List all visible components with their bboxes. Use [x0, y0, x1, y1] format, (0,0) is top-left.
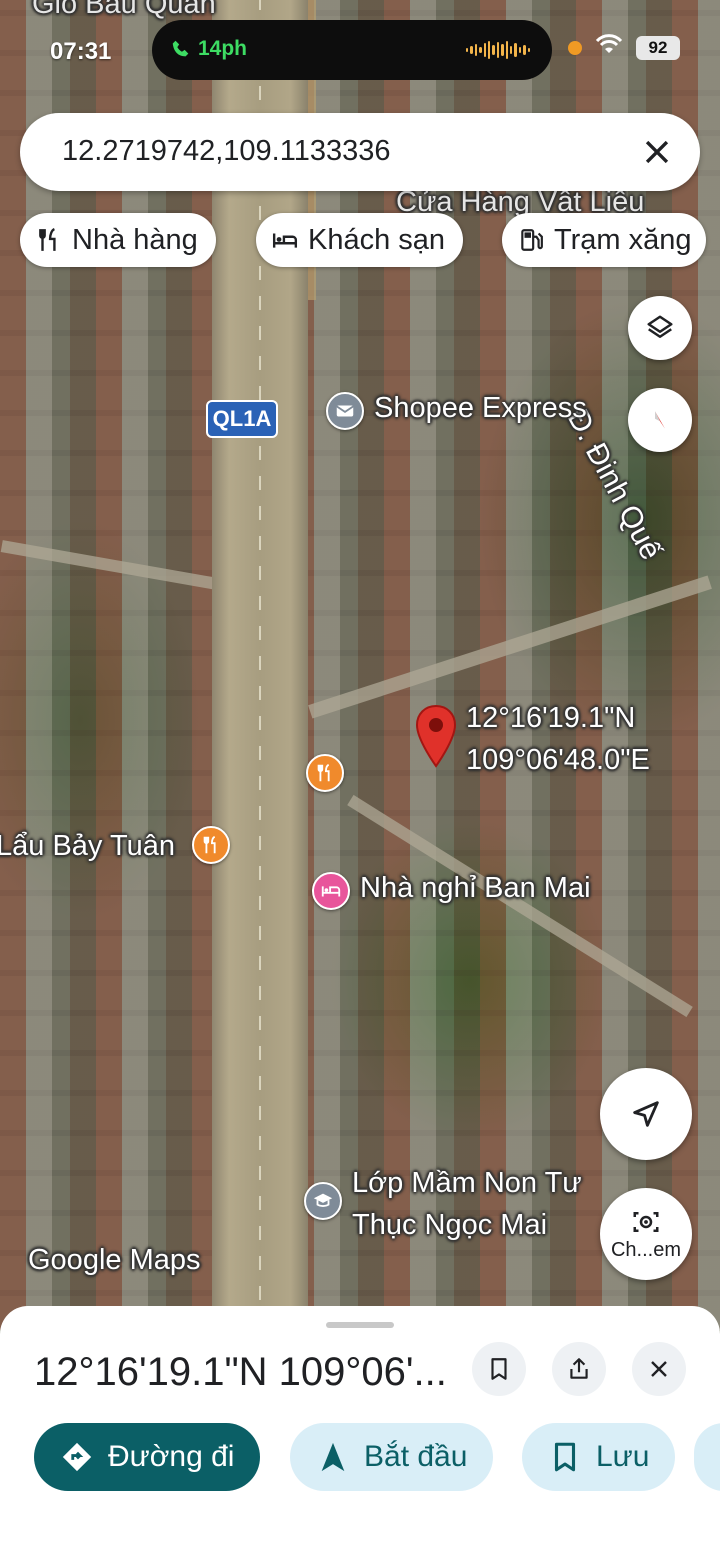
- save-label: Lưu: [596, 1440, 650, 1473]
- chip-gas-stations[interactable]: Trạm xăng: [502, 213, 706, 267]
- pin-lng-label: 109°06'48.0"E: [466, 744, 650, 776]
- gas-station-icon: [521, 229, 543, 251]
- place-bottom-sheet[interactable]: 12°16'19.1"N 109°06'... Đường đi Bắt đầu…: [0, 1306, 720, 1560]
- share-button[interactable]: [552, 1342, 606, 1396]
- audio-wave-icon: [466, 40, 531, 60]
- compass-icon: [655, 411, 665, 429]
- status-time: 07:31: [50, 38, 112, 65]
- directions-icon: [62, 1442, 92, 1472]
- restaurant-icon[interactable]: [306, 754, 344, 792]
- chip-restaurants[interactable]: Nhà hàng: [20, 213, 216, 267]
- directions-label: Đường đi: [108, 1440, 235, 1473]
- more-actions-button[interactable]: [694, 1423, 720, 1491]
- road-shield-ql1a[interactable]: QL1A: [206, 400, 278, 438]
- location-arrow-icon: [633, 1101, 659, 1127]
- layers-button[interactable]: [628, 296, 692, 360]
- start-navigation-button[interactable]: Bắt đầu: [290, 1423, 494, 1491]
- save-button[interactable]: Lưu: [522, 1423, 676, 1491]
- share-icon: [570, 1358, 588, 1379]
- school-icon[interactable]: [304, 1182, 342, 1220]
- mail-icon[interactable]: [326, 392, 364, 430]
- directions-button[interactable]: Đường đi: [34, 1423, 261, 1491]
- my-location-button[interactable]: [600, 1068, 692, 1160]
- close-sheet-button[interactable]: [632, 1342, 686, 1396]
- lens-button[interactable]: Ch...em: [600, 1188, 692, 1280]
- restaurant-icon: [39, 228, 56, 251]
- call-duration: 14ph: [198, 37, 248, 60]
- phone-icon: [172, 40, 189, 57]
- restaurant-icon[interactable]: [192, 826, 230, 864]
- chip-label: Khách sạn: [308, 223, 446, 256]
- close-icon[interactable]: [640, 135, 674, 169]
- hotel-icon[interactable]: [312, 872, 350, 910]
- bookmark-icon: [554, 1442, 576, 1472]
- bookmark-icon: [491, 1358, 507, 1380]
- navigation-icon: [321, 1442, 345, 1472]
- chip-hotels[interactable]: Khách sạn: [256, 213, 464, 267]
- sheet-drag-handle[interactable]: [326, 1322, 394, 1328]
- dynamic-island-call[interactable]: 14ph: [152, 20, 552, 80]
- chip-label: Nhà hàng: [72, 223, 198, 256]
- layers-icon: [647, 315, 673, 338]
- map-highway-ql1a: [212, 0, 308, 1330]
- poi-label-lau-bay-tuan[interactable]: Lẩu Bảy Tuân: [0, 830, 175, 863]
- google-maps-attribution: Google Maps: [28, 1244, 201, 1276]
- close-icon: [651, 1361, 667, 1377]
- map-label-top-left: Gió Bấu Quán: [32, 0, 216, 20]
- pin-lat-label: 12°16'19.1"N: [466, 702, 636, 734]
- chip-label: Trạm xăng: [554, 223, 692, 256]
- start-label: Bắt đầu: [364, 1440, 468, 1473]
- poi-label-shopee-express[interactable]: Shopee Express: [374, 392, 587, 425]
- search-query-text[interactable]: 12.2719742,109.1133336: [62, 135, 390, 168]
- dropped-pin-icon[interactable]: [414, 704, 458, 770]
- search-bar[interactable]: 12.2719742,109.1133336: [20, 113, 700, 191]
- place-title: 12°16'19.1"N 109°06'...: [34, 1350, 447, 1394]
- recording-indicator: [568, 41, 582, 55]
- save-bookmark-button[interactable]: [472, 1342, 526, 1396]
- hotel-icon: [272, 233, 298, 248]
- poi-label-nha-nghi-ban-mai[interactable]: Nhà nghỉ Ban Mai: [360, 872, 591, 905]
- battery-indicator: 92: [636, 36, 680, 60]
- compass-button[interactable]: [628, 388, 692, 452]
- poi-label-lop-mam-non[interactable]: Lớp Mầm Non Tư Thục Ngọc Mai: [352, 1162, 622, 1246]
- status-bar: 07:31 14ph 92: [0, 20, 720, 80]
- camera-lens-icon: [633, 1211, 659, 1232]
- wifi-icon: [595, 34, 623, 53]
- lens-label: Ch...em: [610, 1238, 682, 1261]
